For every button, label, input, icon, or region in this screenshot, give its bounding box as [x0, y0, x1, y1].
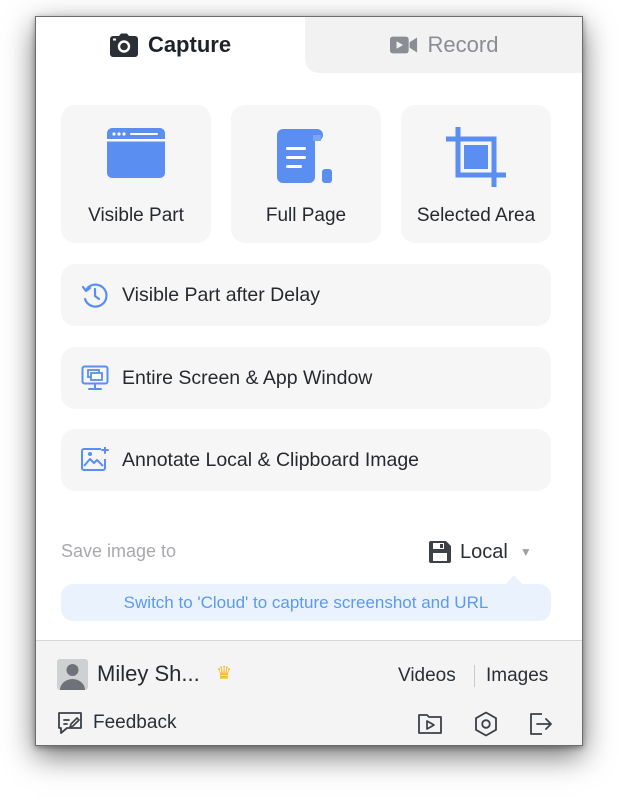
full-page-button[interactable]: Full Page — [231, 105, 381, 243]
settings-hexagon-icon[interactable] — [473, 711, 499, 737]
annotate-label: Annotate Local & Clipboard Image — [122, 448, 420, 471]
images-link[interactable]: Images — [486, 665, 548, 687]
monitor-windows-icon — [80, 363, 110, 393]
scroll-page-icon — [231, 125, 381, 189]
video-folder-icon[interactable] — [417, 711, 443, 737]
tab-record-label: Record — [427, 32, 499, 57]
premium-crown-icon: ♛ — [216, 663, 233, 683]
videos-link[interactable]: Videos — [398, 665, 456, 687]
extension-popup: Capture Record Visible Part Full Page Se… — [35, 16, 583, 746]
entire-screen-button[interactable]: Entire Screen & App Window — [61, 347, 551, 409]
save-image-to-label: Save image to — [61, 541, 177, 561]
video-camera-icon — [389, 33, 418, 57]
logout-icon[interactable] — [528, 711, 554, 737]
user-name[interactable]: Miley Sh... — [97, 661, 200, 687]
visible-part-button[interactable]: Visible Part — [61, 105, 211, 243]
avatar[interactable] — [57, 659, 88, 690]
visible-part-after-delay-button[interactable]: Visible Part after Delay — [61, 264, 551, 326]
floppy-disk-icon — [428, 540, 452, 564]
tab-capture-label: Capture — [147, 32, 232, 57]
feedback-label: Feedback — [93, 712, 177, 733]
clock-delay-icon — [80, 280, 110, 310]
entire-screen-label: Entire Screen & App Window — [122, 366, 373, 389]
camera-icon — [109, 33, 138, 57]
full-page-label: Full Page — [265, 205, 347, 226]
feedback-icon — [57, 710, 83, 736]
save-location-value: Local — [460, 540, 508, 563]
feedback-button[interactable]: Feedback — [57, 709, 176, 737]
switch-to-cloud-hint[interactable]: Switch to 'Cloud' to capture screenshot … — [61, 584, 551, 621]
crop-icon — [401, 125, 551, 189]
mode-tabs: Capture Record — [36, 17, 582, 73]
footer: Miley Sh... ♛ Videos Images Feedback — [36, 640, 582, 745]
selected-area-label: Selected Area — [416, 205, 536, 226]
visible-part-label: Visible Part — [88, 205, 184, 226]
selected-area-button[interactable]: Selected Area — [401, 105, 551, 243]
annotate-image-button[interactable]: Annotate Local & Clipboard Image — [61, 429, 551, 491]
chevron-down-icon: ▼ — [519, 545, 532, 559]
browser-window-icon — [61, 125, 211, 189]
save-location-dropdown[interactable]: Local ▼ — [428, 537, 532, 567]
image-annotate-icon — [80, 445, 110, 475]
tab-record[interactable]: Record — [305, 17, 582, 73]
tab-capture[interactable]: Capture — [36, 17, 305, 73]
link-divider — [474, 665, 475, 687]
delay-label: Visible Part after Delay — [122, 283, 320, 306]
